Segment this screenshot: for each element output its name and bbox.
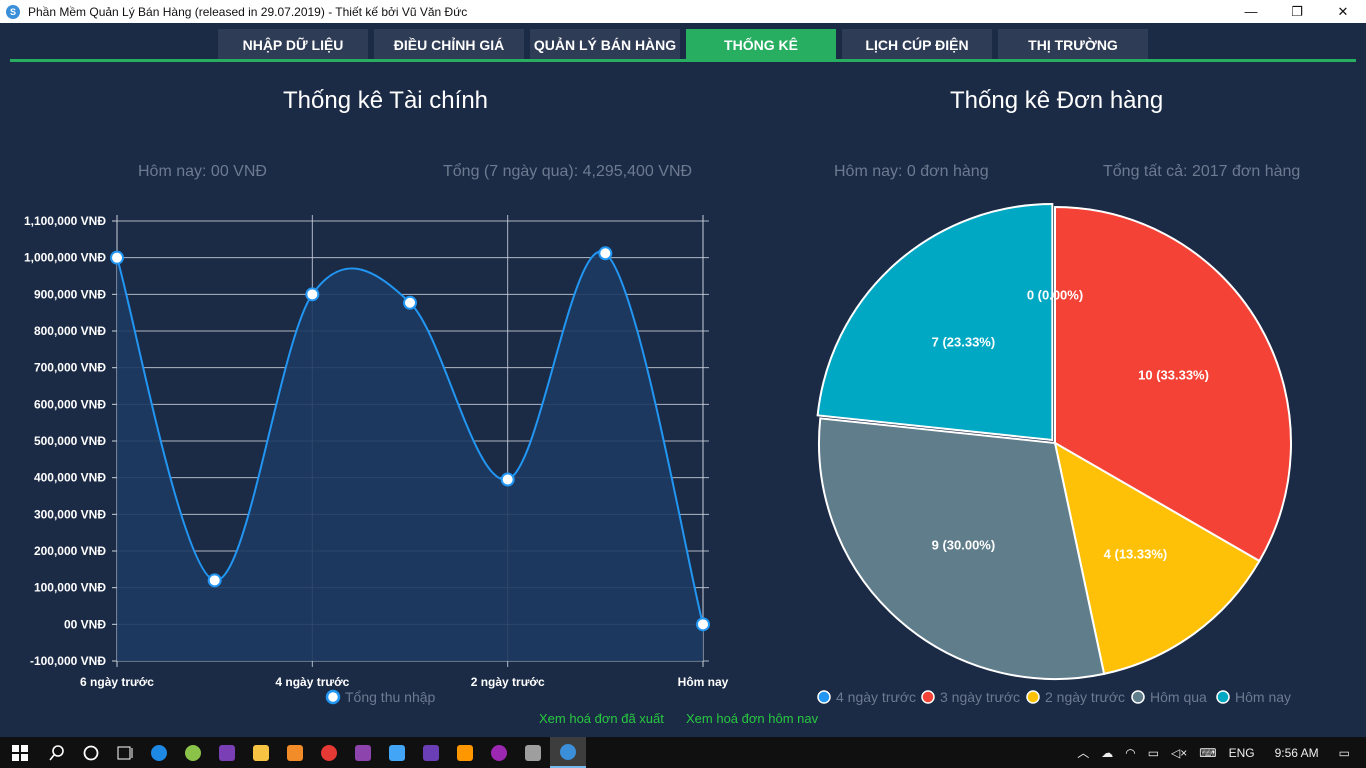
- view-exported-invoices-link[interactable]: Xem hoá đơn đã xuất: [539, 711, 664, 726]
- volume-icon[interactable]: ◁×: [1171, 746, 1187, 760]
- data-point: [696, 617, 710, 632]
- app-green-icon[interactable]: [176, 737, 210, 768]
- y-tick-label: -100,000 VNĐ: [30, 654, 106, 668]
- tab-thong-ke[interactable]: THỐNG KÊ: [686, 29, 836, 60]
- pie-label: 10 (33.33%): [1138, 368, 1209, 383]
- windows-icon[interactable]: [0, 737, 40, 768]
- data-point: [403, 295, 417, 310]
- orders-title: Thống kê Đơn hàng: [950, 87, 1164, 114]
- y-tick-label: 400,000 VNĐ: [34, 471, 106, 485]
- legend-label: Hôm qua: [1150, 689, 1207, 705]
- x-tick-label: 2 ngày trước: [471, 675, 545, 689]
- legend-marker: [1216, 690, 1230, 704]
- legend-label: 2 ngày trước: [1045, 689, 1125, 705]
- window-title: Phần Mềm Quản Lý Bán Hàng (released in 2…: [28, 4, 468, 19]
- app-blue-icon[interactable]: [380, 737, 414, 768]
- pie-label: 7 (23.33%): [932, 334, 996, 349]
- visual-studio-icon[interactable]: [210, 737, 244, 768]
- y-tick-label: 100,000 VNĐ: [34, 581, 106, 595]
- app-icon: S: [6, 4, 20, 19]
- tab-lich-cup-dien[interactable]: LỊCH CÚP ĐIỆN: [842, 29, 992, 60]
- edge-icon[interactable]: [142, 737, 176, 768]
- tab-thi-truong[interactable]: THỊ TRƯỜNG: [998, 29, 1148, 60]
- app-gray-icon[interactable]: [516, 737, 550, 768]
- pie-label: 0 (0.00%): [1027, 287, 1083, 302]
- area-fill: [117, 251, 703, 661]
- vs-icon[interactable]: [414, 737, 448, 768]
- legend-marker: [325, 689, 341, 705]
- title-bar: S Phần Mềm Quản Lý Bán Hàng (released in…: [0, 0, 1366, 23]
- tab-bar: NHẬP DỮ LIỆU ĐIỀU CHỈNH GIÁ QUẢN LÝ BÁN …: [0, 23, 1366, 63]
- search-icon[interactable]: [40, 737, 74, 768]
- cloud-icon[interactable]: ☁: [1101, 746, 1113, 760]
- keyboard-icon[interactable]: ⌨: [1199, 746, 1216, 760]
- y-tick-label: 700,000 VNĐ: [34, 361, 106, 375]
- notification-icon[interactable]: ▭: [1339, 746, 1350, 760]
- data-point: [305, 287, 320, 302]
- x-tick-label: 6 ngày trước: [80, 675, 154, 689]
- y-tick-label: 600,000 VNĐ: [34, 397, 106, 411]
- y-tick-label: 1,100,000 VNĐ: [24, 214, 106, 228]
- minimize-button[interactable]: —: [1228, 0, 1274, 23]
- legend-marker: [1131, 690, 1145, 704]
- finance-title: Thống kê Tài chính: [283, 87, 489, 114]
- view-today-invoices-link[interactable]: Xem hoá đơn hôm nav: [686, 711, 818, 726]
- legend-label: Hôm nay: [1235, 689, 1291, 705]
- orders-total: Tổng tất cả: 2017 đơn hàng: [1103, 163, 1301, 180]
- y-tick-label: 900,000 VNĐ: [34, 287, 106, 301]
- y-tick-label: 200,000 VNĐ: [34, 544, 106, 558]
- file-explorer-icon[interactable]: [244, 737, 278, 768]
- tab-quan-ly-ban-hang[interactable]: QUẢN LÝ BÁN HÀNG: [530, 29, 680, 60]
- task-view-icon[interactable]: [108, 737, 142, 768]
- finance-today: Hôm nay: 00 VNĐ: [138, 163, 267, 180]
- legend-marker: [817, 690, 831, 704]
- finance-line-chart: 1,100,000 VNĐ 1,000,000 VNĐ 900,000 VNĐ 800…: [24, 214, 729, 705]
- x-tick-label: 4 ngày trước: [275, 675, 349, 689]
- data-point: [207, 573, 222, 588]
- window-controls: — ❐ ✕: [1228, 0, 1366, 23]
- media-icon[interactable]: [448, 737, 482, 768]
- cortana-icon[interactable]: [74, 737, 108, 768]
- y-tick-label: 00 VNĐ: [64, 617, 106, 631]
- wifi-icon[interactable]: ◠: [1125, 746, 1135, 760]
- app-purple-icon[interactable]: [482, 737, 516, 768]
- battery-icon[interactable]: ▭: [1148, 746, 1159, 760]
- finance-total: Tổng (7 ngày qua): 4,295,400 VNĐ: [443, 163, 693, 180]
- tab-nhap-du-lieu[interactable]: NHẬP DỮ LIỆU: [218, 29, 368, 60]
- legend-label: Tổng thu nhập: [345, 689, 436, 705]
- orders-pie-chart: 0 (0.00%) 10 (33.33%) 4 (13.33%) 9 (30.00%)…: [816, 203, 1292, 705]
- tab-dieu-chinh-gia[interactable]: ĐIỀU CHỈNH GIÁ: [374, 29, 524, 60]
- pie-label: 4 (13.33%): [1104, 547, 1168, 562]
- tab-underline: [10, 59, 1356, 62]
- x-tick-label: Hôm nay: [678, 675, 729, 689]
- sublime-icon[interactable]: [278, 737, 312, 768]
- vs-purple-icon[interactable]: [346, 737, 380, 768]
- sales-app-icon[interactable]: [550, 737, 586, 768]
- system-tray: ︿ ☁ ◠ ▭ ◁× ⌨ ENG 9:56 AM ▭: [1071, 737, 1366, 768]
- y-tick-label: 1,000,000 VNĐ: [24, 251, 106, 265]
- legend-marker: [1026, 690, 1040, 704]
- close-button[interactable]: ✕: [1320, 0, 1366, 23]
- pie-slice: [816, 203, 1054, 442]
- y-tick-label: 500,000 VNĐ: [34, 434, 106, 448]
- data-point: [500, 472, 515, 487]
- pie-label: 9 (30.00%): [932, 538, 996, 553]
- language-indicator[interactable]: ENG: [1229, 746, 1255, 760]
- y-tick-label: 800,000 VNĐ: [34, 324, 106, 338]
- taskbar: ︿ ☁ ◠ ▭ ◁× ⌨ ENG 9:56 AM ▭: [0, 737, 1366, 768]
- data-point: [110, 250, 124, 265]
- legend-marker: [921, 690, 935, 704]
- chrome-icon[interactable]: [312, 737, 346, 768]
- legend-label: 3 ngày trước: [940, 689, 1020, 705]
- legend-label: 4 ngày trước: [836, 689, 916, 705]
- orders-today: Hôm nay: 0 đơn hàng: [834, 163, 989, 180]
- maximize-button[interactable]: ❐: [1274, 0, 1320, 23]
- chevron-up-icon[interactable]: ︿: [1077, 744, 1089, 761]
- clock[interactable]: 9:56 AM: [1275, 746, 1319, 760]
- y-tick-label: 300,000 VNĐ: [34, 507, 106, 521]
- data-point: [598, 246, 613, 261]
